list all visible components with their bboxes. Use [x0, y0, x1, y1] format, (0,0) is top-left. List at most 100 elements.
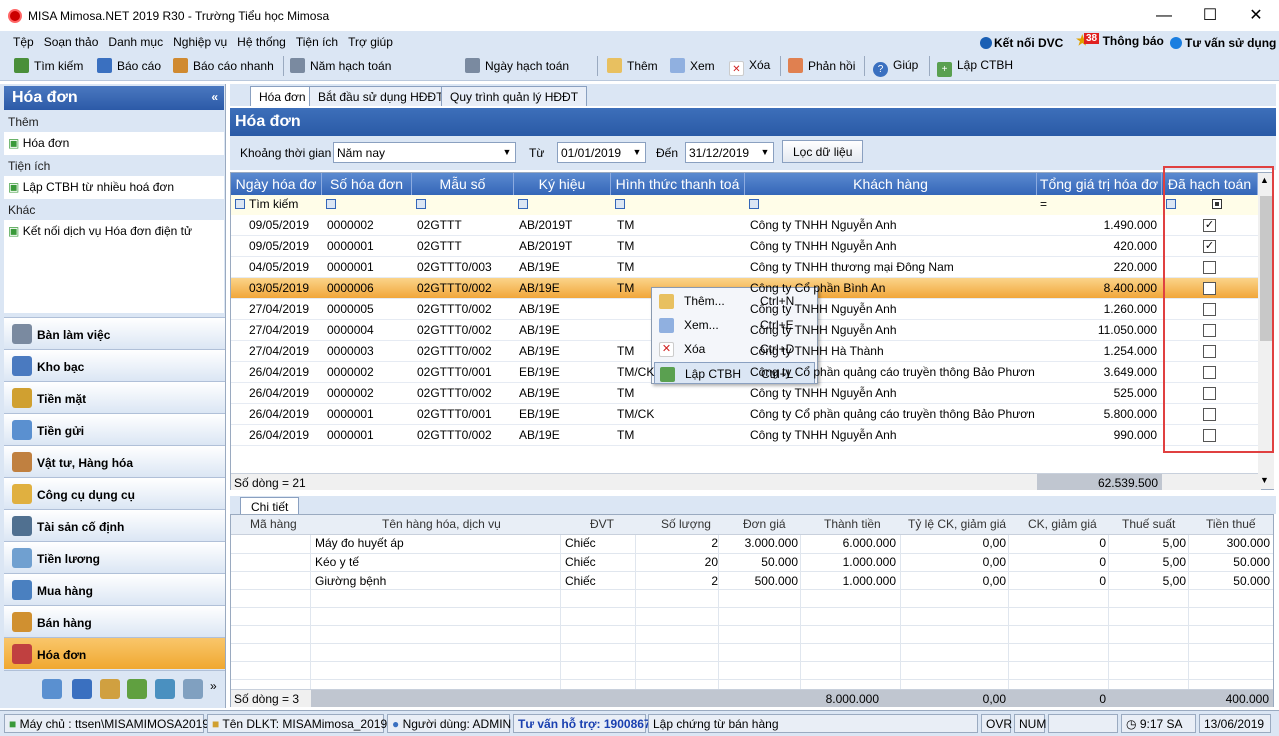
detail-col-discount[interactable]: CK, giảm giá [1028, 517, 1097, 531]
help-icon: ? [873, 62, 888, 77]
lap-ctbh-button[interactable]: + Lập CTBH [937, 58, 1013, 77]
book-icon[interactable] [72, 679, 92, 699]
col-header-number[interactable]: Số hóa đơn [322, 173, 412, 195]
nav-tien-luong[interactable]: Tiền lương [4, 541, 225, 573]
delete-button[interactable]: ✕ Xóa [729, 58, 770, 76]
settings-icon[interactable] [183, 679, 203, 699]
ket-noi-dvc-link[interactable]: Kết nối DVC [980, 36, 1063, 50]
posted-checkbox[interactable] [1203, 366, 1216, 379]
detail-col-code[interactable]: Mã hàng [250, 517, 297, 531]
key-icon[interactable] [100, 679, 120, 699]
posted-checkbox[interactable] [1203, 429, 1216, 442]
scroll-down-icon[interactable]: ▼ [1260, 475, 1269, 485]
highlight-posted-column [1163, 166, 1274, 453]
nav-kho-bac[interactable]: Kho bạc [4, 349, 225, 381]
posted-checkbox[interactable] [1203, 303, 1216, 316]
posted-checkbox[interactable] [1203, 324, 1216, 337]
filter-cell-payment[interactable] [611, 197, 629, 213]
maximize-button[interactable]: ☐ [1187, 0, 1233, 31]
filter-button[interactable]: Lọc dữ liệu [782, 140, 864, 163]
grid-line [1108, 535, 1109, 689]
col-header-total[interactable]: Tổng giá trị hóa đơ [1037, 173, 1162, 195]
quick-report-button[interactable]: Báo cáo nhanh [173, 58, 274, 73]
nav-mua-hang[interactable]: Mua hàng [4, 573, 225, 605]
tu-van-link[interactable]: Tư vấn sử dụng [1170, 36, 1276, 50]
to-date-input[interactable]: 31/12/2019 ▼ [685, 142, 774, 163]
sidebar-item-lap-ctbh[interactable]: ▣ Lập CTBH từ nhiều hoá đơn [4, 176, 224, 199]
from-date-input[interactable]: 01/01/2019 ▼ [557, 142, 646, 163]
filter-cell-date[interactable]: Tìm kiếm [231, 197, 322, 213]
menu-he-thong[interactable]: Hệ thống [232, 31, 291, 49]
detail-col-name[interactable]: Tên hàng hóa, dịch vụ [382, 517, 501, 531]
report-button[interactable]: Báo cáo [97, 58, 161, 73]
filter-cell-total[interactable]: = [1040, 197, 1047, 213]
add-green-icon: + [937, 62, 952, 77]
cell-sym: AB/19E [519, 260, 560, 274]
col-header-symbol[interactable]: Ký hiệu [514, 173, 611, 195]
detail-col-rate[interactable]: Tỷ lệ CK, giảm giá [908, 517, 1006, 531]
posted-checkbox[interactable]: ✓ [1203, 240, 1216, 253]
nav-vat-tu[interactable]: Vật tư, Hàng hóa [4, 445, 225, 477]
posting-date-button[interactable]: Ngày hạch toán [465, 58, 569, 73]
detail-col-unit[interactable]: ĐVT [590, 517, 614, 531]
col-header-date[interactable]: Ngày hóa đơ [231, 173, 322, 195]
grid-line [560, 535, 561, 689]
posted-checkbox[interactable] [1203, 408, 1216, 421]
nav-cong-cu[interactable]: Công cụ dụng cụ [4, 477, 225, 509]
filter-cell-form[interactable] [412, 197, 430, 213]
collapse-icon[interactable]: « [211, 90, 218, 104]
nav-tai-san[interactable]: Tài sản cố định [4, 509, 225, 541]
nav-tien-mat[interactable]: Tiền mặt [4, 381, 225, 413]
detail-col-amount[interactable]: Thành tiền [824, 517, 881, 531]
posted-checkbox[interactable] [1203, 387, 1216, 400]
thong-bao-link[interactable]: ★ 38 Thông báo [1076, 32, 1164, 49]
detail-col-price[interactable]: Đơn giá [743, 517, 786, 531]
tools-icon [12, 484, 32, 504]
nav-tien-gui[interactable]: Tiền gửi [4, 413, 225, 445]
filter-cell-symbol[interactable] [514, 197, 532, 213]
posted-checkbox[interactable] [1203, 345, 1216, 358]
percent-icon[interactable] [42, 679, 62, 699]
add-button[interactable]: Thêm [607, 58, 658, 73]
tab-hoa-don[interactable]: Hóa đơn [250, 86, 315, 106]
col-header-form[interactable]: Mẫu số [412, 173, 514, 195]
menu-nghiep-vu[interactable]: Nghiệp vụ [168, 31, 232, 49]
title-bar: MISA Mimosa.NET 2019 R30 - Trường Tiểu h… [0, 0, 1279, 31]
minimize-button[interactable]: — [1141, 0, 1187, 31]
from-label: Từ [529, 146, 545, 160]
menu-tep[interactable]: Tệp [8, 31, 39, 49]
sidebar-item-hoa-don[interactable]: ▣ Hóa đơn [4, 132, 224, 155]
posted-checkbox[interactable] [1203, 282, 1216, 295]
sidebar-section-tien-ich: Tiện ích [4, 156, 224, 175]
nav-hoa-don[interactable]: Hóa đơn [4, 637, 225, 669]
detail-col-qty[interactable]: Số lượng [661, 517, 711, 531]
feedback-button[interactable]: Phản hồi [788, 58, 855, 73]
view-button[interactable]: Xem [670, 58, 715, 73]
status-support[interactable]: Tư vấn hỗ trợ: 19008677 [513, 714, 657, 733]
books-icon[interactable] [127, 679, 147, 699]
nav-ban-hang[interactable]: Bán hàng [4, 605, 225, 637]
menu-tien-ich[interactable]: Tiện ích [291, 31, 343, 49]
help-button[interactable]: ? Giúp [873, 58, 918, 77]
tab-chi-tiet[interactable]: Chi tiết [240, 497, 300, 515]
nav-ban-lam-viec[interactable]: Bàn làm việc [4, 317, 225, 349]
posted-checkbox[interactable] [1203, 261, 1216, 274]
detail-col-taxrate[interactable]: Thuế suất [1122, 517, 1175, 531]
col-header-payment[interactable]: Hình thức thanh toá [611, 173, 745, 195]
posted-checkbox[interactable]: ✓ [1203, 219, 1216, 232]
menu-tro-giup[interactable]: Trợ giúp [343, 31, 398, 49]
tab-bat-dau[interactable]: Bắt đầu sử dụng HĐĐT [309, 86, 453, 106]
menu-soan-thao[interactable]: Soạn thảo [39, 31, 104, 49]
detail-col-taxamt[interactable]: Tiền thuế [1206, 517, 1256, 531]
search-button[interactable]: Tìm kiếm [14, 58, 83, 73]
tab-quy-trinh[interactable]: Quy trình quản lý HĐĐT [441, 86, 588, 106]
checklist-icon[interactable] [155, 679, 175, 699]
filter-cell-customer[interactable] [745, 197, 763, 213]
close-button[interactable]: ✕ [1233, 0, 1279, 31]
menu-danh-muc[interactable]: Danh mục [103, 31, 168, 49]
period-select[interactable]: Năm nay ▼ [333, 142, 516, 163]
sidebar-item-ket-noi[interactable]: ▣ Kết nối dịch vụ Hóa đơn điện tử [4, 220, 224, 313]
more-icon[interactable]: » [210, 679, 217, 693]
col-header-customer[interactable]: Khách hàng [745, 173, 1037, 195]
filter-cell-number[interactable] [322, 197, 340, 213]
